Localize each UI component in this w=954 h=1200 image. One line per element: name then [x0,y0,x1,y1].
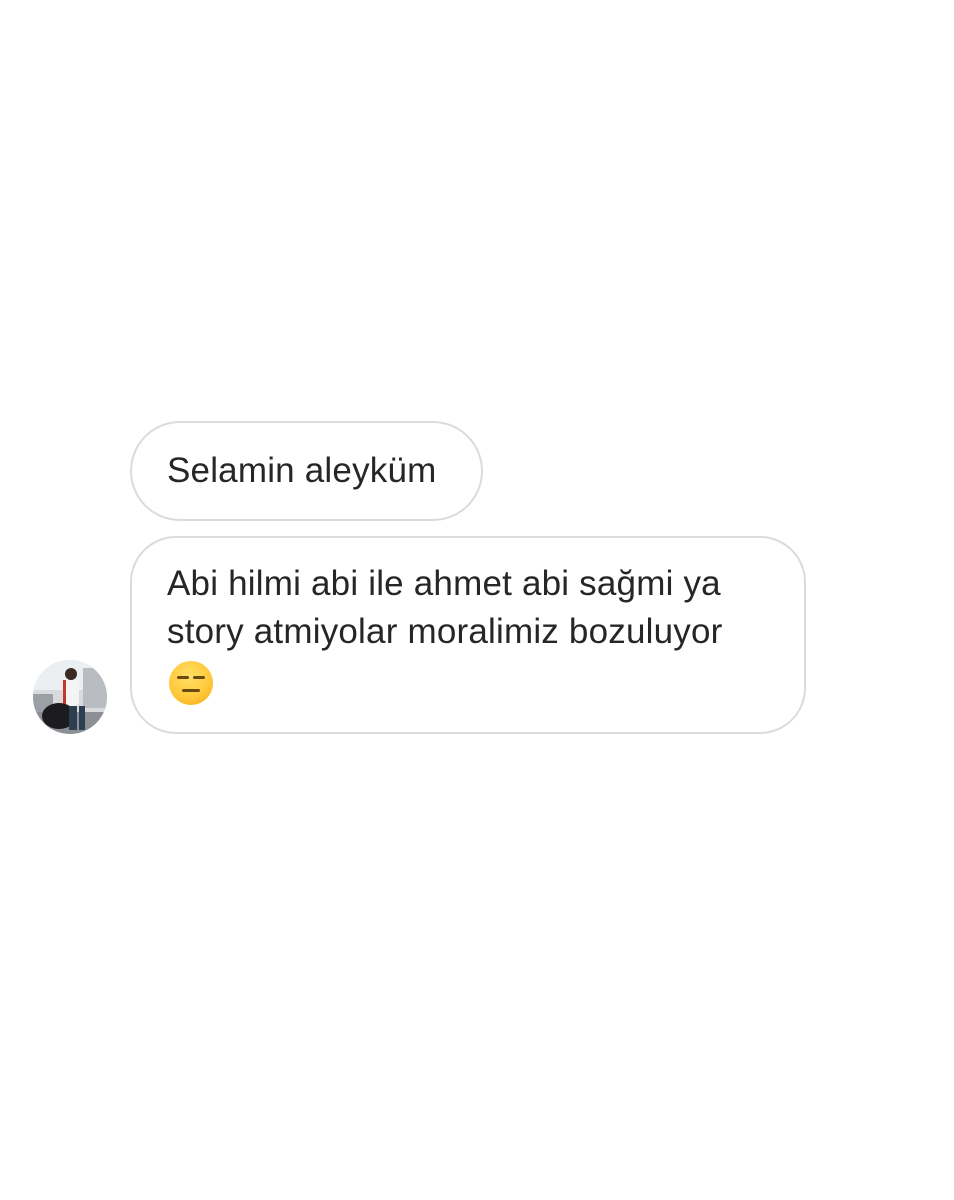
message-text: Selamin aleyküm [167,451,437,490]
message-bubble[interactable]: Abi hilmi abi ile ahmet abi sağmi ya sto… [130,536,806,734]
expressionless-face-icon [169,660,213,705]
message-text-line: Abi hilmi abi ile ahmet abi sağmi ya [167,564,721,603]
message-text-line: story atmiyolar moralimiz bozuluyor [167,612,723,651]
avatar-photo [33,660,107,734]
message-bubble[interactable]: Selamin aleyküm [130,421,483,521]
sender-avatar[interactable] [33,660,107,734]
